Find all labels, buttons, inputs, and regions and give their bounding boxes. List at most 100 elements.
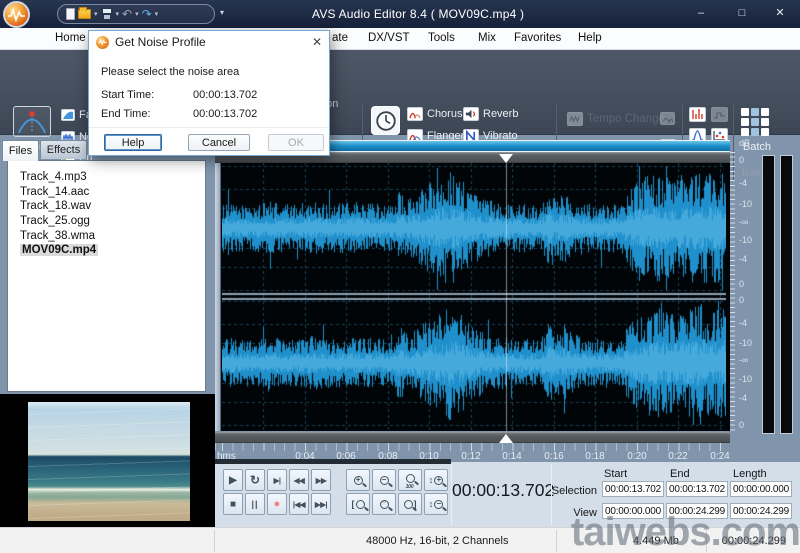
selection-start-field[interactable]: 00:00:13.702 bbox=[602, 481, 664, 497]
cursor-marker-top[interactable] bbox=[499, 154, 513, 163]
pause-button[interactable]: || bbox=[245, 493, 265, 515]
loop-button[interactable]: ↻ bbox=[245, 469, 265, 491]
close-button[interactable]: ✕ bbox=[771, 5, 789, 21]
zoom-100-icon: 100 bbox=[406, 474, 415, 483]
selection-end-field[interactable]: 00:00:13.702 bbox=[666, 481, 728, 497]
maximize-button[interactable]: □ bbox=[733, 5, 751, 21]
menu-tools[interactable]: Tools bbox=[428, 32, 455, 44]
save-dropdown-icon[interactable]: ▾ bbox=[116, 10, 120, 18]
menu-generate-fragment[interactable]: ate bbox=[332, 32, 348, 44]
reverb-button[interactable]: Reverb bbox=[463, 107, 518, 121]
zoom-in-button[interactable]: + bbox=[346, 469, 370, 491]
level-meter-left bbox=[762, 155, 775, 434]
dialog-app-icon bbox=[96, 36, 109, 49]
zoom-vertical-in-button[interactable]: ↕ + bbox=[424, 469, 448, 491]
batch-icon[interactable] bbox=[741, 108, 771, 136]
db-ruler-ticks bbox=[730, 152, 735, 434]
column-header-end: End bbox=[670, 468, 690, 480]
waveform-canvas[interactable] bbox=[222, 163, 726, 431]
window-title: AVS Audio Editor 8.4 ( MOV09C.mp4 ) bbox=[312, 7, 524, 21]
zoom-in-icon: + bbox=[354, 476, 363, 485]
ok-button[interactable]: OK bbox=[268, 134, 324, 151]
chorus-button[interactable]: Chorus bbox=[407, 107, 462, 121]
chorus-icon bbox=[407, 107, 423, 121]
zoom-out-icon: − bbox=[380, 476, 389, 485]
menu-dxvst[interactable]: DX/VST bbox=[368, 32, 410, 44]
list-item-selected[interactable]: MOV09C.mp4 bbox=[8, 243, 205, 258]
menu-home[interactable]: Home bbox=[55, 32, 86, 44]
play-file-button[interactable]: ▶| bbox=[267, 469, 287, 491]
level-meter-right bbox=[780, 155, 793, 434]
zoom-out-button[interactable]: − bbox=[372, 469, 396, 491]
end-time-value: 00:00:13.702 bbox=[193, 108, 257, 120]
cancel-button[interactable]: Cancel bbox=[188, 134, 250, 151]
go-end-button[interactable]: ▶▶| bbox=[311, 493, 331, 515]
record-button[interactable]: ● bbox=[267, 493, 287, 515]
dialog-title: Get Noise Profile bbox=[115, 35, 206, 49]
selection-row-label: Selection bbox=[540, 485, 597, 497]
video-preview-frame bbox=[28, 402, 190, 521]
avs-audio-editor-window: ▾ ▾ ↶ ▾ ↷ ▾ ▾ AVS Audio Editor 8.4 ( MOV… bbox=[0, 0, 800, 553]
file-list[interactable]: Track_4.mp3 Track_14.aac Track_18.wav Tr… bbox=[7, 160, 206, 392]
forward-button[interactable]: ▶▶ bbox=[311, 469, 331, 491]
zoom-selection-end-icon bbox=[404, 500, 413, 509]
filter-fft-icon[interactable] bbox=[689, 107, 706, 122]
undo-icon[interactable]: ↶ bbox=[122, 8, 132, 20]
list-item[interactable]: Track_25.ogg bbox=[8, 214, 205, 229]
open-dropdown-icon[interactable]: ▾ bbox=[94, 10, 98, 18]
list-item[interactable]: Track_14.aac bbox=[8, 185, 205, 200]
reverb-icon bbox=[463, 107, 479, 121]
get-noise-profile-dialog: Get Noise Profile ✕ Please select the no… bbox=[88, 30, 330, 156]
end-time-label: End Time: bbox=[101, 108, 151, 120]
zoom-selection-start-button[interactable]: [ bbox=[346, 493, 370, 515]
video-preview-panel bbox=[0, 394, 215, 527]
cursor-marker-bottom[interactable] bbox=[499, 434, 513, 443]
zoom-selection-button[interactable]: ·· bbox=[372, 493, 396, 515]
dialog-title-bar[interactable]: Get Noise Profile ✕ bbox=[89, 31, 329, 53]
rewind-button[interactable]: ◀◀ bbox=[289, 469, 309, 491]
echo-icon[interactable] bbox=[371, 106, 400, 135]
db-unit-label: dB bbox=[739, 138, 750, 148]
zoom-selection-end-button[interactable]: ] bbox=[398, 493, 422, 515]
redo-icon[interactable]: ↷ bbox=[142, 8, 152, 20]
menu-favorites[interactable]: Favorites bbox=[514, 32, 561, 44]
dialog-message: Please select the noise area bbox=[101, 66, 239, 78]
open-folder-icon[interactable] bbox=[78, 9, 91, 19]
selection-length-field[interactable]: 00:00:00.000 bbox=[730, 481, 792, 497]
toolbar-customize-icon[interactable]: ▾ bbox=[220, 8, 224, 17]
redo-dropdown-icon[interactable]: ▾ bbox=[155, 10, 159, 18]
tab-files[interactable]: Files bbox=[2, 140, 39, 161]
zoom-controls: + − 100 ↕ + [ ·· ] ↕ − bbox=[346, 469, 448, 515]
play-button[interactable]: ▶ bbox=[223, 469, 243, 491]
list-item[interactable]: Track_4.mp3 bbox=[8, 170, 205, 185]
waveform-vertical-scrollbar[interactable] bbox=[215, 163, 221, 431]
menu-help[interactable]: Help bbox=[578, 32, 602, 44]
undo-dropdown-icon[interactable]: ▾ bbox=[135, 10, 139, 18]
save-icon[interactable] bbox=[101, 8, 113, 20]
app-logo-icon bbox=[3, 1, 30, 28]
fade-icon bbox=[61, 109, 75, 121]
list-item[interactable]: Track_18.wav bbox=[8, 199, 205, 214]
menu-mix[interactable]: Mix bbox=[478, 32, 496, 44]
tempo-change-button[interactable]: Tempo Change bbox=[567, 112, 665, 126]
new-file-icon[interactable] bbox=[66, 8, 75, 20]
tab-effects[interactable]: Effects bbox=[40, 140, 87, 159]
current-time-display: 00:00:13.702 bbox=[452, 480, 550, 501]
stop-button[interactable]: ■ bbox=[223, 493, 243, 515]
tempo-change-icon bbox=[567, 112, 583, 126]
tempo-extra-icon[interactable] bbox=[660, 112, 675, 125]
zoom-vertical-out-icon: − bbox=[434, 500, 443, 509]
minimize-button[interactable]: – bbox=[692, 5, 710, 21]
amplify-icon[interactable] bbox=[13, 106, 51, 137]
zoom-vertical-out-button[interactable]: ↕ − bbox=[424, 493, 448, 515]
zoom-selection-icon: ·· bbox=[380, 500, 389, 509]
filter-disabled-icon[interactable] bbox=[711, 107, 728, 122]
bottom-marker-bar[interactable] bbox=[215, 432, 730, 443]
list-item[interactable]: Track_38.wma bbox=[8, 228, 205, 243]
help-button[interactable]: Help bbox=[104, 134, 162, 151]
audio-format-status: 48000 Hz, 16-bit, 2 Channels bbox=[366, 535, 508, 547]
go-start-button[interactable]: |◀◀ bbox=[289, 493, 309, 515]
zoom-100-button[interactable]: 100 bbox=[398, 469, 422, 491]
dialog-close-icon[interactable]: ✕ bbox=[312, 35, 322, 49]
zoom-vertical-in-icon: + bbox=[434, 476, 443, 485]
